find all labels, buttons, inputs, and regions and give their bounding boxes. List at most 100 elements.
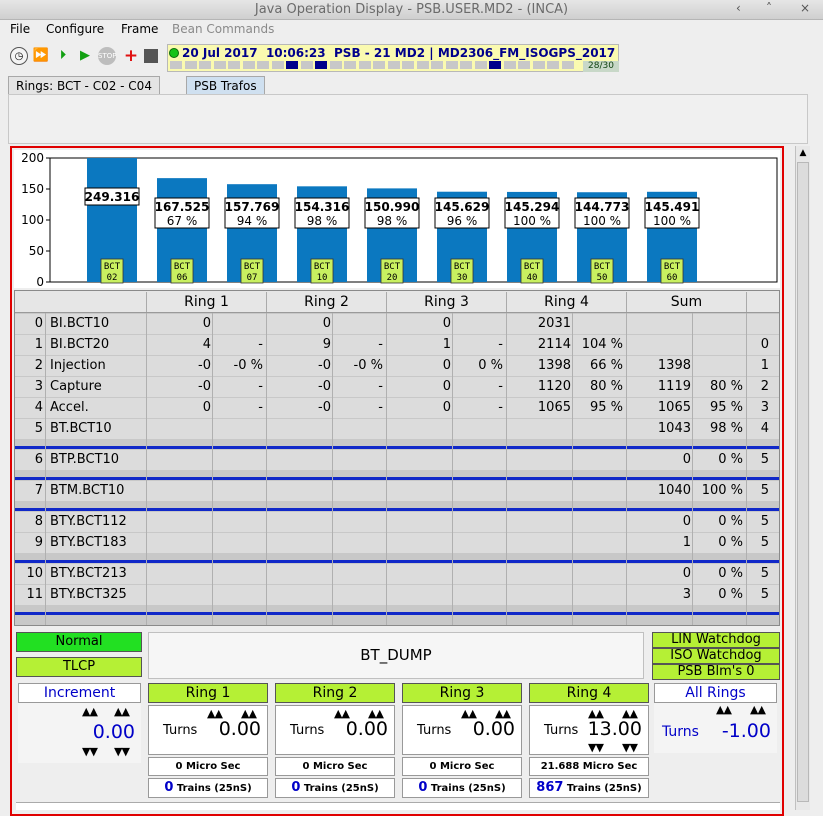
transformer-table: Ring 1 Ring 2 Ring 3 Ring 4 Sum 0 BI.BCT1… <box>14 290 780 626</box>
menu-bean-commands[interactable]: Bean Commands <box>172 22 274 36</box>
column-header-ring4: Ring 4 <box>506 292 626 312</box>
chart-category-label: BCT <box>174 262 191 272</box>
chart-data-label: 150.990 <box>365 200 420 214</box>
table-cell-name: BTM.BCT10 <box>50 483 125 498</box>
add-icon[interactable]: + <box>122 47 140 65</box>
table-cell-r3: 1 <box>442 337 451 352</box>
table-cell-sp <box>695 336 743 354</box>
chart-category-label: BCT <box>524 262 541 272</box>
tab-psb-trafos[interactable]: PSB Trafos <box>186 76 265 95</box>
chart-y-tick-label: 150 <box>21 182 44 196</box>
ring-panel: Ring 2▲▲▲▲Turns0.00▼▼▼▼0 Micro Sec0 Trai… <box>275 683 395 799</box>
table-cell-r2 <box>267 451 331 469</box>
clock-icon[interactable]: ◷ <box>10 47 28 65</box>
table-column-divider <box>506 313 507 625</box>
chart-category-label: BCT <box>454 262 471 272</box>
table-cell-sp: 95 % <box>709 400 743 415</box>
increment-up-coarse-icon[interactable]: ▲▲ <box>82 705 98 718</box>
increment-box: ▲▲ ▲▲ 0.00 ▼▼ ▼▼ <box>18 703 141 763</box>
table-cell-r3p <box>455 534 503 552</box>
chart-data-percent: 67 % <box>167 214 198 228</box>
menu-configure[interactable]: Configure <box>46 22 104 36</box>
table-column-divider <box>266 313 267 625</box>
fast-forward-icon[interactable]: ⏩ <box>32 47 50 65</box>
minimize-button[interactable]: ‹ <box>736 1 741 15</box>
stop-square-icon[interactable] <box>144 49 158 63</box>
chart-data-label: 144.773 <box>575 200 630 214</box>
cycle-strip-mark <box>402 61 414 69</box>
close-button[interactable]: × <box>800 1 810 15</box>
chart-data-percent: 100 % <box>583 214 621 228</box>
menu-file[interactable]: File <box>10 22 30 36</box>
user-lamp: TLCP <box>16 657 142 677</box>
table-cell-r3 <box>387 586 451 604</box>
all-rings-turns-value[interactable]: -1.00 <box>722 720 771 742</box>
chart-category-label: 10 <box>317 273 328 283</box>
table-cell-r4p: 104 % <box>581 337 623 352</box>
scroll-thumb[interactable] <box>797 162 809 802</box>
table-cell-r4: 1120 <box>537 379 571 394</box>
turns-value[interactable]: 0.00 <box>219 718 261 740</box>
ring-name: Ring 3 <box>402 683 522 703</box>
table-cell-r2 <box>267 534 331 552</box>
turns-down-coarse-icon[interactable]: ▼▼ <box>588 741 604 754</box>
stop-sign-icon[interactable]: STOP <box>98 47 116 65</box>
maximize-button[interactable]: ˄ <box>766 1 772 15</box>
all-rings-label: All Rings <box>654 683 777 703</box>
table-cell-name: BTY.BCT183 <box>50 535 127 550</box>
table-cell-name: BTP.BCT10 <box>50 452 120 467</box>
turns-value[interactable]: 0.00 <box>473 718 515 740</box>
table-cell-idx: 0 <box>34 316 43 331</box>
lin-watchdog-lamp: LIN Watchdog <box>652 632 780 648</box>
cycle-strip-mark <box>315 61 327 69</box>
table-cell-r1: 0 <box>202 316 211 331</box>
vertical-scrollbar[interactable]: ▲ <box>795 146 810 810</box>
turns-down-fine-icon[interactable]: ▼▼ <box>622 741 638 754</box>
table-cell-r4p <box>575 482 623 500</box>
table-cell-sp: 0 % <box>718 452 743 467</box>
table-column-divider <box>386 313 387 625</box>
table-cell-r1p <box>215 315 263 333</box>
table-cell-name: BTY.BCT112 <box>50 514 127 529</box>
table-cell-r4p <box>575 420 623 438</box>
cycle-strip-mark <box>503 61 516 69</box>
table-cell-sp: 0 % <box>718 535 743 550</box>
turns-label: Turns <box>290 723 325 738</box>
increment-down-coarse-icon[interactable]: ▼▼ <box>82 745 98 758</box>
iso-watchdog-lamp: ISO Watchdog <box>652 648 780 664</box>
table-cell-r1p: - <box>258 337 263 352</box>
table-cell-r4 <box>507 451 571 469</box>
chart-data-label: 145.294 <box>505 200 560 214</box>
all-rings-up-coarse-icon[interactable]: ▲▲ <box>716 703 732 716</box>
all-rings-up-fine-icon[interactable]: ▲▲ <box>750 703 766 716</box>
turns-value[interactable]: 13.00 <box>588 718 642 740</box>
table-cell-r2: -0 <box>318 400 331 415</box>
table-cell-r1 <box>147 420 211 438</box>
table-cell-idx: 7 <box>34 483 43 498</box>
column-header-extra <box>746 292 779 312</box>
table-cell-idx: 3 <box>34 379 43 394</box>
table-cell-r2 <box>267 420 331 438</box>
table-cell-s: 1119 <box>657 379 691 394</box>
cycle-strip-mark <box>184 61 197 69</box>
scroll-up-icon[interactable]: ▲ <box>796 146 810 160</box>
table-cell-idx: 6 <box>34 452 43 467</box>
menu-frame[interactable]: Frame <box>121 22 158 36</box>
increment-up-fine-icon[interactable]: ▲▲ <box>114 705 130 718</box>
ring-panel: Ring 4 ▲▲ ▲▲ Turns 13.00 ▼▼ ▼▼ 21.688 Micro Sec… <box>529 683 649 799</box>
table-cell-r1p <box>215 482 263 500</box>
tab-rings-bct[interactable]: Rings: BCT - C02 - C04 <box>8 76 160 95</box>
table-cell-r1 <box>147 586 211 604</box>
increment-down-fine-icon[interactable]: ▼▼ <box>114 745 130 758</box>
table-cell-r3 <box>387 420 451 438</box>
play-icon[interactable]: ▶ <box>76 47 94 65</box>
increment-value[interactable]: 0.00 <box>93 721 135 743</box>
step-icon[interactable]: ⏵ <box>54 47 72 65</box>
turns-value[interactable]: 0.00 <box>346 718 388 740</box>
table-cell-r2p <box>335 420 383 438</box>
table-cell-s <box>627 336 691 354</box>
menu-bar: File Configure Frame Bean Commands <box>0 20 823 40</box>
chart-data-label: 154.316 <box>295 200 350 214</box>
cycle-strip-mark <box>445 61 458 69</box>
chart-category-label: 60 <box>667 273 678 283</box>
